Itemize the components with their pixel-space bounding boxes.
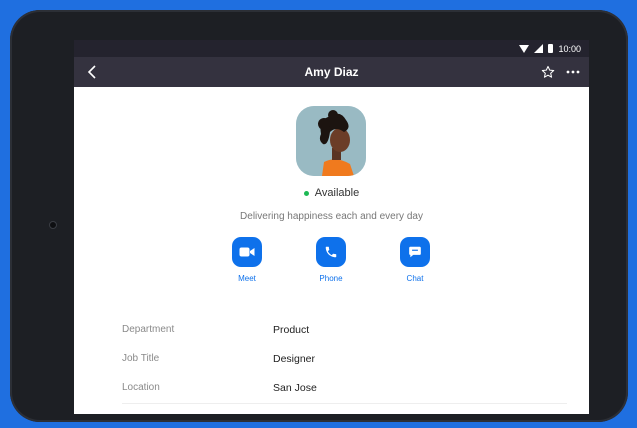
- star-favorite-icon[interactable]: [541, 65, 555, 79]
- detail-value: Designer: [273, 352, 316, 365]
- phone-label: Phone: [319, 274, 343, 283]
- detail-value: San Jose: [273, 381, 317, 394]
- back-arrow-icon[interactable]: [84, 64, 100, 80]
- chat-bubble-icon[interactable]: [400, 237, 430, 267]
- detail-value: Product: [273, 323, 310, 336]
- detail-label: Location: [122, 382, 160, 393]
- detail-label: Job Title: [122, 353, 160, 364]
- meet-button[interactable]: Meet: [217, 237, 277, 283]
- page-title: Amy Diaz: [304, 65, 359, 79]
- detail-label: Department: [122, 324, 175, 335]
- presence-label: Available: [314, 187, 360, 199]
- app-screen: 10:00 Amy Diaz Available Delivering happ…: [74, 40, 589, 414]
- presence-dot-icon: [303, 190, 309, 196]
- tablet-frame: 10:00 Amy Diaz Available Delivering happ…: [10, 10, 628, 422]
- detail-row-job-title: Job Title Designer: [122, 344, 567, 373]
- chat-button[interactable]: Chat: [385, 237, 445, 283]
- presence-status: Available: [74, 187, 589, 199]
- profile-details: Department Product Job Title Designer Lo…: [122, 315, 567, 402]
- more-options-icon[interactable]: [565, 65, 581, 79]
- status-message: Delivering happiness each and every day: [240, 211, 423, 222]
- meet-label: Meet: [238, 274, 256, 283]
- video-camera-icon[interactable]: [232, 237, 262, 267]
- divider: [122, 403, 567, 404]
- app-bar: Amy Diaz: [74, 57, 589, 87]
- front-camera: [49, 221, 57, 229]
- battery-icon: [548, 44, 554, 53]
- status-bar: 10:00: [74, 40, 589, 57]
- avatar: [296, 106, 366, 176]
- phone-icon[interactable]: [316, 237, 346, 267]
- status-time: 10:00: [558, 43, 581, 54]
- detail-row-location: Location San Jose: [122, 373, 567, 402]
- signal-icon: [534, 44, 544, 53]
- chat-label: Chat: [406, 274, 424, 283]
- phone-button[interactable]: Phone: [301, 237, 361, 283]
- wifi-icon: [519, 44, 530, 53]
- detail-row-department: Department Product: [122, 315, 567, 344]
